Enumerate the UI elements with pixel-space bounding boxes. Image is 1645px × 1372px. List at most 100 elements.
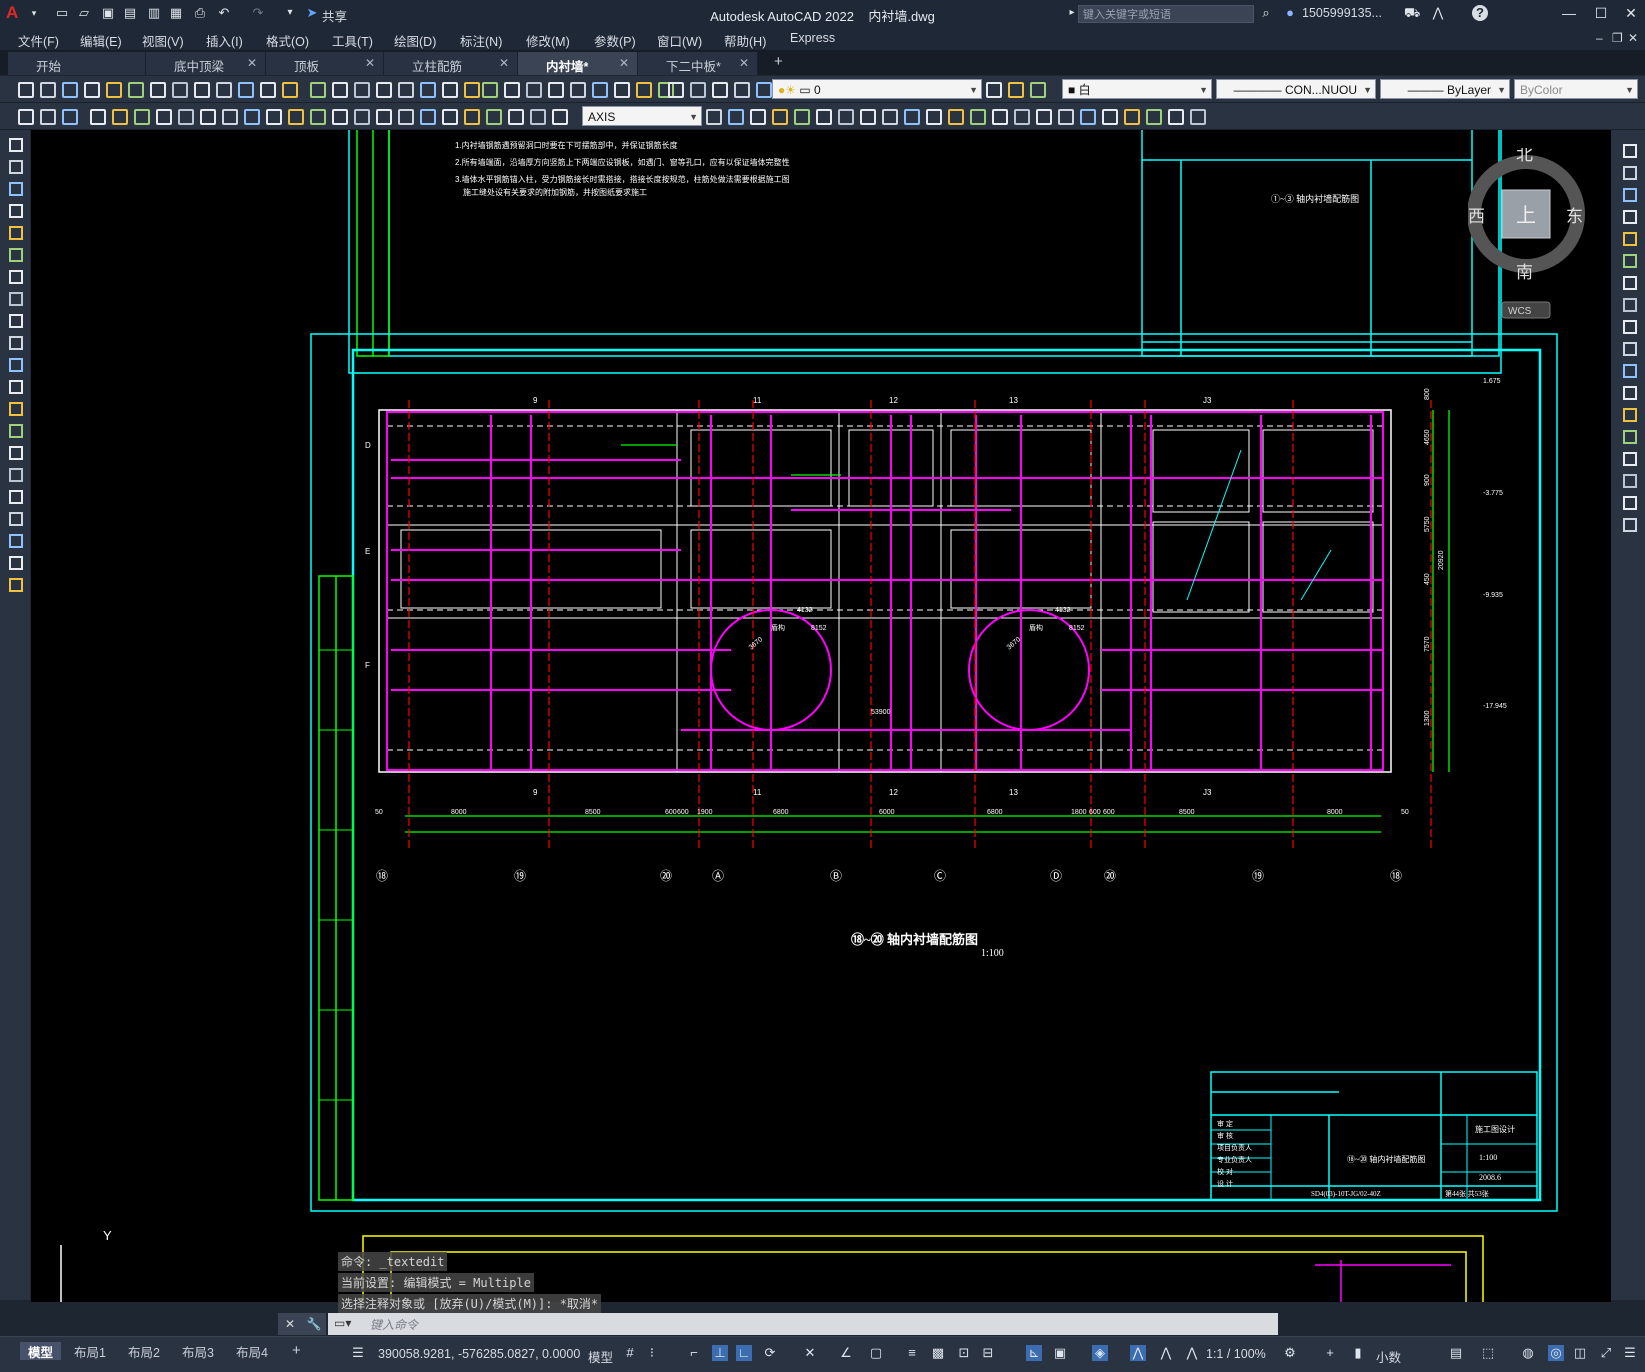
search-icon[interactable]: ⌕ (1258, 5, 1274, 21)
toolbar-tool-icon[interactable] (310, 82, 326, 98)
layout-tab-model[interactable]: 模型 (20, 1342, 62, 1360)
palette-tool-icon[interactable] (1623, 408, 1637, 422)
user-account[interactable]: 1505999135... (1302, 6, 1382, 20)
palette-tool-icon[interactable] (1623, 254, 1637, 268)
toolbar-tool-icon[interactable] (464, 109, 480, 125)
toolbar-tool-icon[interactable] (904, 109, 920, 125)
toolbar-tool-icon[interactable] (882, 109, 898, 125)
annotation-monitor-icon[interactable]: + (1322, 1345, 1338, 1361)
palette-tool-icon[interactable] (9, 424, 23, 438)
dimstyle-dropdown[interactable]: AXIS ▼ (582, 106, 702, 126)
command-close-icon[interactable]: ✕ (278, 1313, 302, 1335)
toolbar-tool-icon[interactable] (1036, 109, 1052, 125)
toolbar-tool-icon[interactable] (354, 82, 370, 98)
palette-tool-icon[interactable] (9, 468, 23, 482)
toolbar-tool-icon[interactable] (332, 82, 348, 98)
workspace-gear-icon[interactable]: ⚙ (1282, 1345, 1298, 1361)
palette-tool-icon[interactable] (9, 226, 23, 240)
toolbar-tool-icon[interactable] (552, 109, 568, 125)
tab-close-icon[interactable]: ✕ (365, 56, 375, 70)
toolbar-tool-icon[interactable] (442, 109, 458, 125)
toolbar-tool-icon[interactable] (1168, 109, 1184, 125)
layer-dropdown[interactable]: ●☀ ▭ 0 ▼ (772, 79, 982, 99)
toolbar-tool-icon[interactable] (592, 82, 608, 98)
palette-tool-icon[interactable] (9, 446, 23, 460)
menu-window[interactable]: 窗口(W) (657, 31, 702, 50)
palette-tool-icon[interactable] (9, 160, 23, 174)
palette-tool-icon[interactable] (9, 380, 23, 394)
menu-format[interactable]: 格式(O) (266, 31, 309, 50)
toolbar-tool-icon[interactable] (288, 109, 304, 125)
toolbar-tool-icon[interactable] (690, 82, 706, 98)
customization-icon[interactable]: ☰ (1622, 1345, 1638, 1361)
palette-tool-icon[interactable] (9, 138, 23, 152)
palette-tool-icon[interactable] (1623, 518, 1637, 532)
toolbar-tool-icon[interactable] (420, 109, 436, 125)
lock-ui-icon[interactable]: ⬚ (1480, 1345, 1496, 1361)
palette-tool-icon[interactable] (9, 578, 23, 592)
menu-express[interactable]: Express (790, 31, 835, 45)
close-icon[interactable]: ✕ (1620, 4, 1642, 22)
palette-tool-icon[interactable] (1623, 144, 1637, 158)
maximize-icon[interactable]: ☐ (1590, 4, 1612, 22)
palette-tool-icon[interactable] (9, 534, 23, 548)
palette-tool-icon[interactable] (9, 556, 23, 570)
toolbar-tool-icon[interactable] (90, 109, 106, 125)
menu-dimension[interactable]: 标注(N) (460, 31, 502, 50)
toolbar-tool-icon[interactable] (526, 82, 542, 98)
toolbar-tool-icon[interactable] (62, 109, 78, 125)
menu-modify[interactable]: 修改(M) (526, 31, 570, 50)
linetype-dropdown[interactable]: ———— CON...NUOU ▼ (1216, 79, 1376, 99)
viewcube[interactable]: 北 南 东 西 上 WCS (1467, 145, 1588, 328)
toolbar-tool-icon[interactable] (1146, 109, 1162, 125)
toolbar-tool-icon[interactable] (1014, 109, 1030, 125)
menu-parametric[interactable]: 参数(P) (594, 31, 636, 50)
toolbar-tool-icon[interactable] (1058, 109, 1074, 125)
toolbar-tool-icon[interactable] (570, 82, 586, 98)
lineweight-icon[interactable]: ≡ (904, 1345, 920, 1361)
palette-tool-icon[interactable] (1623, 496, 1637, 510)
toolbar-tool-icon[interactable] (40, 82, 56, 98)
add-layout-icon[interactable]: + (284, 1342, 309, 1360)
tab-close-icon[interactable]: ✕ (247, 56, 257, 70)
hardware-acceleration-icon[interactable]: ◎ (1548, 1345, 1564, 1361)
layout-tab-4[interactable]: 布局4 (228, 1342, 276, 1360)
toolbar-tool-icon[interactable] (728, 109, 744, 125)
toolbar-tool-icon[interactable] (40, 109, 56, 125)
toolbar-tool-icon[interactable] (150, 82, 166, 98)
toolbar-tool-icon[interactable] (244, 109, 260, 125)
toolbar-tool-icon[interactable] (222, 109, 238, 125)
transparency-icon[interactable]: ▩ (930, 1345, 946, 1361)
toolbar-tool-icon[interactable] (260, 82, 276, 98)
object-snap-icon[interactable]: ▢ (868, 1345, 884, 1361)
palette-tool-icon[interactable] (9, 182, 23, 196)
palette-tool-icon[interactable] (9, 248, 23, 262)
annotation-scale-value[interactable]: 1:1 / 100% (1206, 1347, 1266, 1361)
palette-tool-icon[interactable] (9, 402, 23, 416)
toolbar-tool-icon[interactable] (420, 82, 436, 98)
color-dropdown[interactable]: ■ 白 ▼ (1062, 79, 1212, 99)
palette-tool-icon[interactable] (1623, 298, 1637, 312)
command-input[interactable]: ▭▾ 键入命令 (328, 1313, 1278, 1335)
toolbar-tool-icon[interactable] (482, 82, 498, 98)
tab-slab[interactable]: 下二中板* ✕ (638, 52, 758, 75)
3d-osnap-icon[interactable]: ⊟ (980, 1345, 996, 1361)
selection-filter-icon[interactable]: ▣ (1052, 1345, 1068, 1361)
palette-tool-icon[interactable] (9, 204, 23, 218)
polar-icon[interactable]: ⟳ (762, 1345, 778, 1361)
toolbar-tool-icon[interactable] (84, 82, 100, 98)
doc-restore-icon[interactable]: ❐ (1612, 31, 1623, 45)
palette-tool-icon[interactable] (1623, 364, 1637, 378)
grid-icon[interactable]: # (622, 1345, 638, 1361)
toolbar-tool-icon[interactable] (216, 82, 232, 98)
tab-start[interactable]: 开始 (8, 52, 146, 75)
toolbar-tool-icon[interactable] (442, 82, 458, 98)
toolbar-tool-icon[interactable] (756, 82, 772, 98)
menu-insert[interactable]: 插入(I) (206, 31, 243, 50)
palette-tool-icon[interactable] (1623, 210, 1637, 224)
toolbar-tool-icon[interactable] (310, 109, 326, 125)
tab-close-icon[interactable]: ✕ (739, 56, 749, 70)
toolbar-tool-icon[interactable] (530, 109, 546, 125)
toolbar-tool-icon[interactable] (508, 109, 524, 125)
palette-tool-icon[interactable] (9, 270, 23, 284)
